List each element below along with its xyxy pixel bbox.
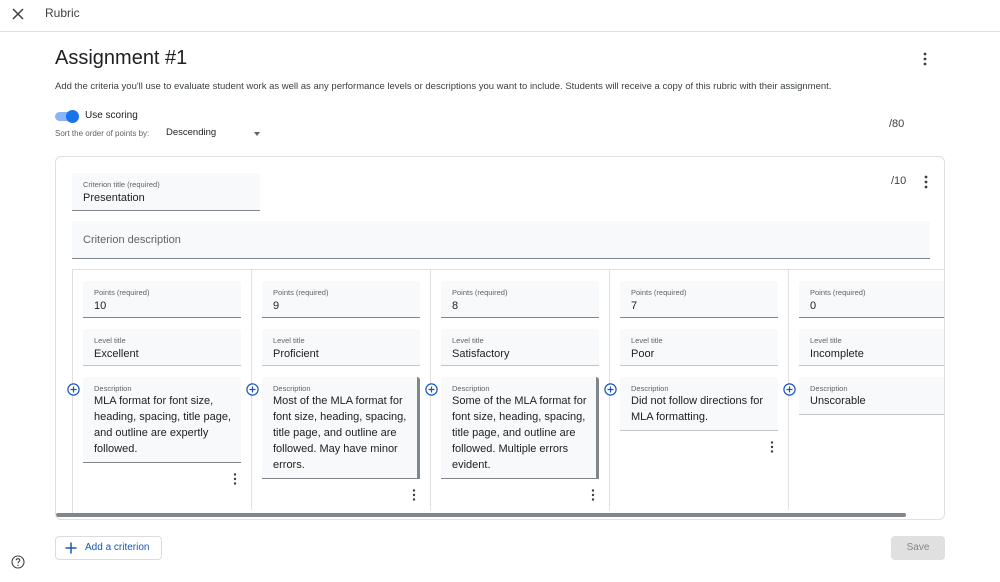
level-points-field[interactable]: Points (required) 10 bbox=[83, 281, 241, 318]
criterion-description-placeholder: Criterion description bbox=[83, 234, 181, 246]
level-title-label: Level title bbox=[810, 336, 842, 345]
horizontal-scrollbar[interactable] bbox=[56, 513, 906, 517]
level-points-field[interactable]: Points (required) 8 bbox=[441, 281, 599, 318]
sort-order-value: Descending bbox=[166, 127, 217, 138]
level-points-field[interactable]: Points (required) 7 bbox=[620, 281, 778, 318]
level-description-field[interactable]: Description Some of the MLA format for f… bbox=[441, 377, 599, 479]
points-label: Points (required) bbox=[273, 288, 329, 297]
add-criterion-button[interactable]: Add a criterion bbox=[55, 536, 162, 560]
description-value: MLA format for font size, heading, spaci… bbox=[94, 395, 231, 455]
use-scoring-toggle[interactable] bbox=[55, 110, 79, 123]
level-card: Points (required) 8 Level title Satisfac… bbox=[431, 270, 610, 510]
add-level-icon[interactable] bbox=[783, 383, 796, 396]
levels-row: Points (required) 10 Level title Excelle… bbox=[67, 269, 944, 513]
points-value: 0 bbox=[810, 300, 817, 312]
level-title-value: Incomplete bbox=[810, 348, 864, 360]
level-card: Points (required) 9 Level title Proficie… bbox=[252, 270, 431, 510]
level-title-field[interactable]: Level title Proficient bbox=[262, 329, 420, 366]
more-vert-icon[interactable] bbox=[409, 488, 419, 502]
level-description-field[interactable]: Description MLA format for font size, he… bbox=[83, 377, 241, 463]
add-level-icon[interactable] bbox=[604, 383, 617, 396]
points-label: Points (required) bbox=[810, 288, 866, 297]
level-card: Points (required) 0 Level title Incomple… bbox=[789, 270, 944, 510]
intro-text: Add the criteria you'll use to evaluate … bbox=[55, 81, 832, 92]
top-bar: Rubric bbox=[0, 0, 1000, 32]
description-value: Unscorable bbox=[810, 395, 866, 407]
save-button[interactable]: Save bbox=[891, 536, 945, 560]
level-card: Points (required) 10 Level title Excelle… bbox=[73, 270, 252, 510]
level-description-field[interactable]: Description Unscorable bbox=[799, 377, 944, 415]
use-scoring-label: Use scoring bbox=[85, 110, 138, 121]
level-title-label: Level title bbox=[631, 336, 663, 345]
level-title-label: Level title bbox=[273, 336, 305, 345]
points-label: Points (required) bbox=[452, 288, 508, 297]
criterion-title-value: Presentation bbox=[83, 192, 145, 204]
level-title-value: Satisfactory bbox=[452, 348, 510, 360]
points-value: 7 bbox=[631, 300, 638, 312]
page-title: Assignment #1 bbox=[55, 47, 188, 69]
level-title-label: Level title bbox=[452, 336, 484, 345]
level-description-field[interactable]: Description Did not follow directions fo… bbox=[620, 377, 778, 431]
criterion-description-field[interactable]: Criterion description bbox=[72, 221, 930, 259]
points-value: 10 bbox=[94, 300, 107, 312]
criterion-title-label: Criterion title (required) bbox=[83, 180, 160, 189]
topbar-title: Rubric bbox=[45, 6, 80, 20]
description-label: Description bbox=[94, 384, 132, 393]
level-points-field[interactable]: Points (required) 0 bbox=[799, 281, 944, 318]
points-value: 9 bbox=[273, 300, 280, 312]
close-icon[interactable] bbox=[9, 5, 27, 23]
dropdown-arrow-icon bbox=[254, 132, 260, 136]
points-label: Points (required) bbox=[631, 288, 687, 297]
level-points-field[interactable]: Points (required) 9 bbox=[262, 281, 420, 318]
level-title-value: Excellent bbox=[94, 348, 139, 360]
criterion-card: Criterion title (required) Presentation … bbox=[55, 156, 945, 520]
description-label: Description bbox=[273, 384, 311, 393]
description-label: Description bbox=[810, 384, 848, 393]
level-title-value: Proficient bbox=[273, 348, 319, 360]
level-title-field[interactable]: Level title Satisfactory bbox=[441, 329, 599, 366]
add-criterion-label: Add a criterion bbox=[85, 542, 150, 553]
description-value: Most of the MLA format for font size, he… bbox=[273, 395, 407, 471]
more-vert-icon[interactable] bbox=[767, 440, 777, 454]
level-title-value: Poor bbox=[631, 348, 655, 360]
add-level-icon[interactable] bbox=[425, 383, 438, 396]
level-title-field[interactable]: Level title Poor bbox=[620, 329, 778, 366]
level-card: Points (required) 7 Level title Poor Des… bbox=[610, 270, 789, 510]
level-title-field[interactable]: Level title Excellent bbox=[83, 329, 241, 366]
plus-icon bbox=[65, 542, 77, 554]
total-points: /80 bbox=[889, 118, 905, 130]
description-value: Some of the MLA format for font size, he… bbox=[452, 395, 587, 471]
description-label: Description bbox=[452, 384, 490, 393]
level-title-label: Level title bbox=[94, 336, 126, 345]
more-vert-icon[interactable] bbox=[919, 174, 933, 190]
sort-label: Sort the order of points by: bbox=[55, 129, 150, 138]
level-description-field[interactable]: Description Most of the MLA format for f… bbox=[262, 377, 420, 479]
description-value: Did not follow directions for MLA format… bbox=[631, 395, 764, 423]
level-title-field[interactable]: Level title Incomplete bbox=[799, 329, 944, 366]
points-label: Points (required) bbox=[94, 288, 150, 297]
description-label: Description bbox=[631, 384, 669, 393]
more-vert-icon[interactable] bbox=[588, 488, 598, 502]
criterion-title-field[interactable]: Criterion title (required) Presentation bbox=[72, 173, 260, 211]
add-level-icon[interactable] bbox=[67, 383, 80, 396]
add-level-icon[interactable] bbox=[246, 383, 259, 396]
sort-order-select[interactable]: Descending bbox=[166, 127, 266, 141]
criterion-points: /10 bbox=[891, 175, 907, 187]
help-icon[interactable] bbox=[11, 555, 25, 569]
points-value: 8 bbox=[452, 300, 459, 312]
more-vert-icon[interactable] bbox=[230, 472, 240, 486]
toggle-knob bbox=[66, 110, 79, 123]
more-vert-icon[interactable] bbox=[918, 51, 932, 67]
